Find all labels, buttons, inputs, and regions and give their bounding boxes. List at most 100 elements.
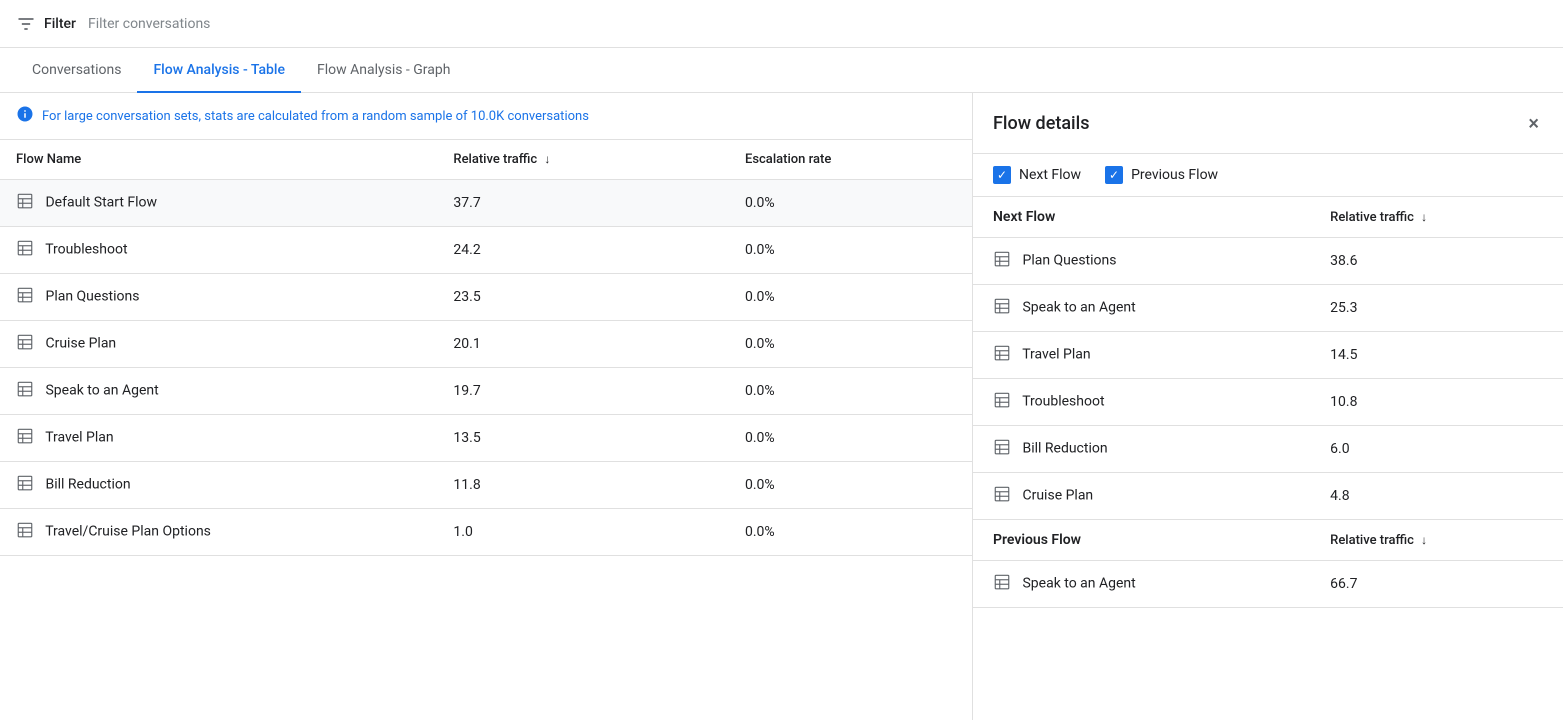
flow-name-cell: Bill Reduction [0,462,437,509]
escalation-cell: 0.0% [729,321,972,368]
table-icon [16,192,34,214]
checkbox-next-flow-label: Next Flow [1019,167,1081,183]
next-flow-traffic-cell: 38.6 [1310,238,1563,285]
table-icon [16,333,34,355]
traffic-cell: 13.5 [437,415,729,462]
filter-placeholder: Filter conversations [88,16,210,32]
info-icon [16,105,34,127]
table-icon [993,573,1011,595]
flow-name-cell: Default Start Flow [0,180,437,227]
prev-flow-traffic-cell: 66.7 [1310,561,1563,608]
next-flow-traffic-cell: 25.3 [1310,285,1563,332]
traffic-cell: 20.1 [437,321,729,368]
traffic-cell: 24.2 [437,227,729,274]
sort-arrow-prev-traffic: ↓ [1421,533,1427,547]
escalation-cell: 0.0% [729,462,972,509]
previous-flow-section: Previous Flow Relative traffic ↓ Speak t… [973,520,1563,608]
table-icon [16,427,34,449]
next-flow-section: Next Flow Relative traffic ↓ Plan Questi… [973,197,1563,520]
table-row[interactable]: Speak to an Agent 19.7 0.0% [0,368,972,415]
next-flow-name-cell: Speak to an Agent [973,285,1310,332]
table-icon [16,380,34,402]
tab-flow-analysis-table[interactable]: Flow Analysis - Table [137,48,301,92]
prev-flow-name-cell: Speak to an Agent [973,561,1310,608]
list-item[interactable]: Speak to an Agent 25.3 [973,285,1563,332]
table-icon [16,239,34,261]
flow-details-header: Flow details × [973,93,1563,154]
col-header-relative-traffic[interactable]: Relative traffic ↓ [437,140,729,180]
next-flow-table: Next Flow Relative traffic ↓ Plan Questi… [973,197,1563,519]
previous-flow-table: Previous Flow Relative traffic ↓ Speak t… [973,520,1563,607]
table-row[interactable]: Bill Reduction 11.8 0.0% [0,462,972,509]
main-layout: For large conversation sets, stats are c… [0,93,1563,720]
info-banner-text: For large conversation sets, stats are c… [42,109,589,124]
checkbox-previous-flow-box: ✓ [1105,166,1123,184]
table-row[interactable]: Plan Questions 23.5 0.0% [0,274,972,321]
escalation-cell: 0.0% [729,509,972,556]
table-icon [16,474,34,496]
checkbox-next-flow[interactable]: ✓ Next Flow [993,166,1081,184]
table-icon [993,438,1011,460]
list-item[interactable]: Cruise Plan 4.8 [973,473,1563,520]
prev-flow-col-traffic[interactable]: Relative traffic ↓ [1310,520,1563,561]
list-item[interactable]: Bill Reduction 6.0 [973,426,1563,473]
list-item[interactable]: Plan Questions 38.6 [973,238,1563,285]
next-flow-name-cell: Cruise Plan [973,473,1310,520]
checkbox-previous-flow[interactable]: ✓ Previous Flow [1105,166,1218,184]
list-item[interactable]: Troubleshoot 10.8 [973,379,1563,426]
table-icon [993,297,1011,319]
tab-conversations[interactable]: Conversations [16,48,137,92]
table-icon [993,391,1011,413]
next-flow-col-traffic[interactable]: Relative traffic ↓ [1310,197,1563,238]
traffic-cell: 37.7 [437,180,729,227]
table-row[interactable]: Troubleshoot 24.2 0.0% [0,227,972,274]
tabs-bar: Conversations Flow Analysis - Table Flow… [0,48,1563,93]
flow-name-cell: Travel Plan [0,415,437,462]
flow-name-cell: Plan Questions [0,274,437,321]
table-row[interactable]: Default Start Flow 37.7 0.0% [0,180,972,227]
escalation-cell: 0.0% [729,227,972,274]
next-flow-name-cell: Plan Questions [973,238,1310,285]
table-row[interactable]: Cruise Plan 20.1 0.0% [0,321,972,368]
table-icon [16,521,34,543]
filter-label: Filter [44,16,76,32]
table-row[interactable]: Travel/Cruise Plan Options 1.0 0.0% [0,509,972,556]
traffic-cell: 11.8 [437,462,729,509]
sort-arrow-next-traffic: ↓ [1421,210,1427,224]
flow-name-cell: Troubleshoot [0,227,437,274]
flow-name-cell: Cruise Plan [0,321,437,368]
close-button[interactable]: × [1524,109,1543,137]
sort-arrow-traffic: ↓ [544,152,550,166]
traffic-cell: 1.0 [437,509,729,556]
right-panel: Flow details × ✓ Next Flow ✓ Previous Fl… [973,93,1563,720]
next-flow-col-name: Next Flow [973,197,1310,238]
filter-bar: Filter Filter conversations [0,0,1563,48]
flow-details-title: Flow details [993,113,1089,134]
next-flow-name-cell: Troubleshoot [973,379,1310,426]
col-header-flow-name: Flow Name [0,140,437,180]
list-item[interactable]: Travel Plan 14.5 [973,332,1563,379]
table-icon [993,250,1011,272]
table-icon [993,485,1011,507]
next-flow-name-cell: Travel Plan [973,332,1310,379]
traffic-cell: 19.7 [437,368,729,415]
escalation-cell: 0.0% [729,415,972,462]
info-banner: For large conversation sets, stats are c… [0,93,972,140]
next-flow-traffic-cell: 6.0 [1310,426,1563,473]
next-flow-traffic-cell: 14.5 [1310,332,1563,379]
next-flow-traffic-cell: 10.8 [1310,379,1563,426]
escalation-cell: 0.0% [729,180,972,227]
table-row[interactable]: Travel Plan 13.5 0.0% [0,415,972,462]
col-header-escalation-rate: Escalation rate [729,140,972,180]
prev-flow-col-name: Previous Flow [973,520,1310,561]
checkbox-next-flow-box: ✓ [993,166,1011,184]
filter-icon [16,14,36,34]
next-flow-traffic-cell: 4.8 [1310,473,1563,520]
table-icon [16,286,34,308]
tab-flow-analysis-graph[interactable]: Flow Analysis - Graph [301,48,467,92]
checkbox-previous-flow-label: Previous Flow [1131,167,1218,183]
list-item[interactable]: Speak to an Agent 66.7 [973,561,1563,608]
flow-analysis-table: Flow Name Relative traffic ↓ Escalation … [0,140,972,556]
table-icon [993,344,1011,366]
escalation-cell: 0.0% [729,368,972,415]
